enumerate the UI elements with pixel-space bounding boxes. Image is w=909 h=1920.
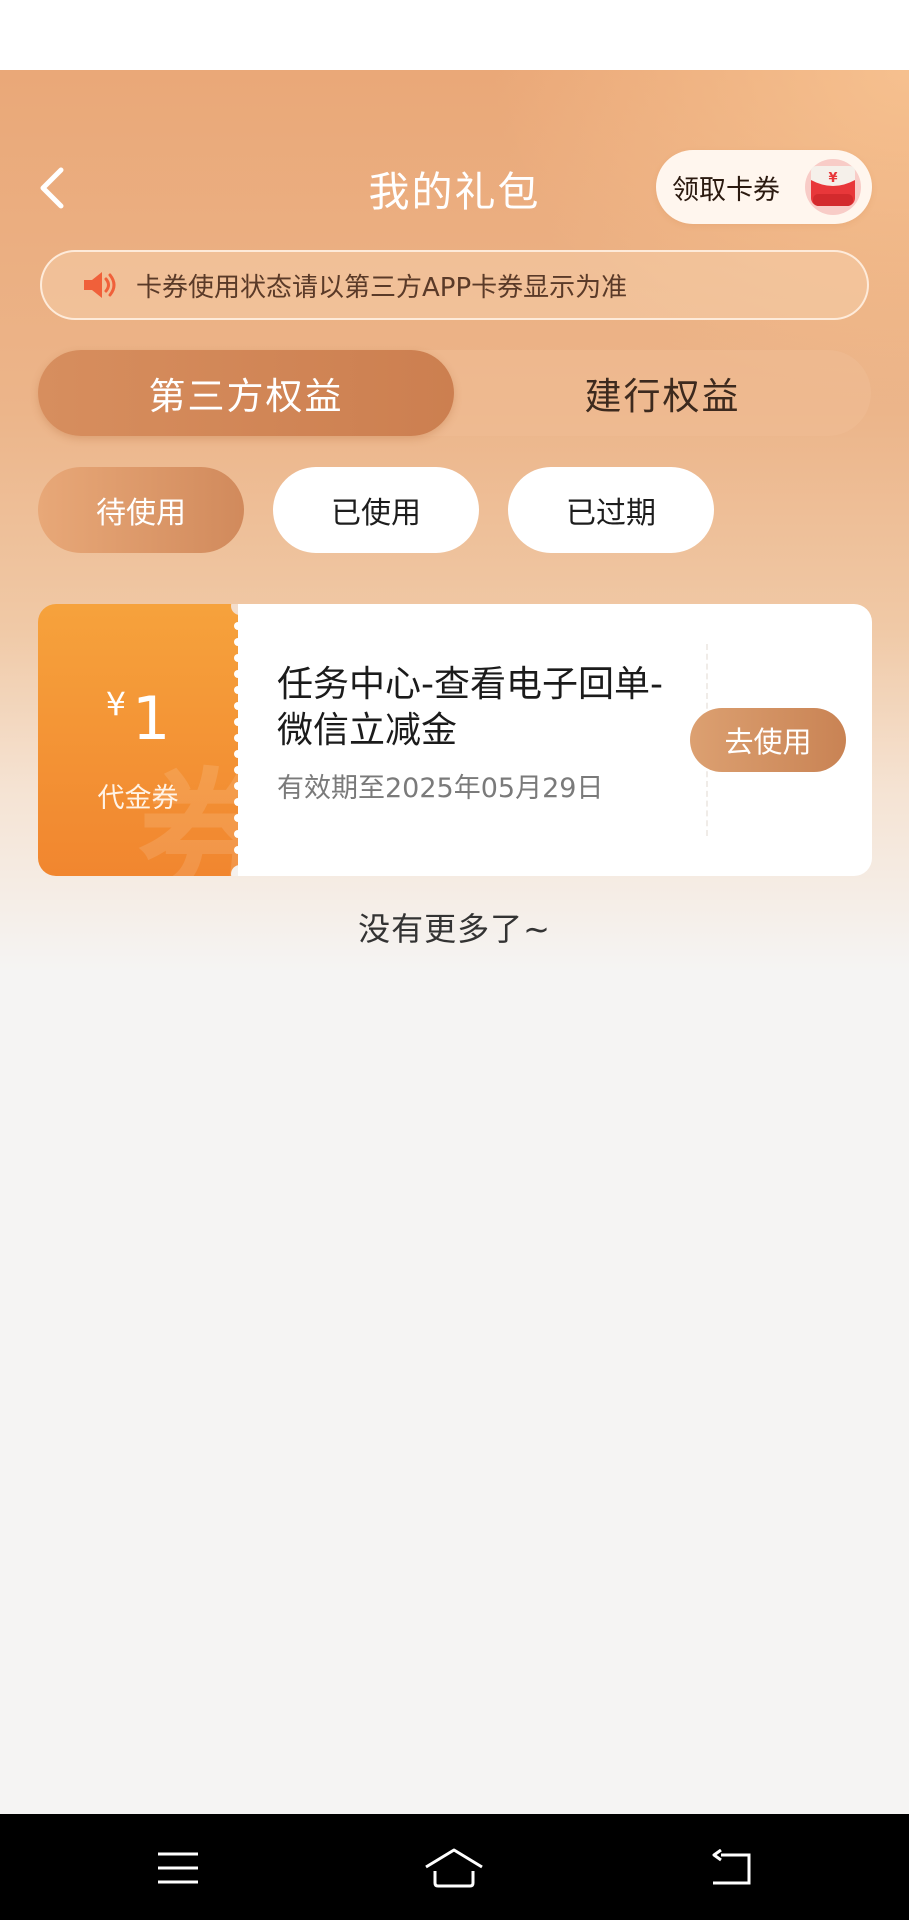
coupon-expiry: 有效期至2025年05月29日 (277, 773, 604, 804)
speaker-icon (84, 272, 116, 298)
red-packet-symbol: ¥ (828, 171, 837, 186)
tab-third-party-benefits[interactable]: 第三方权益 (38, 350, 454, 436)
back-button[interactable] (28, 160, 76, 216)
back-icon (712, 1849, 751, 1885)
menu-icon (158, 1852, 198, 1884)
main-tabs: 第三方权益 建行权益 (38, 350, 871, 436)
screen: 我的礼包 领取卡券 ¥ 卡券使用状态请以第三方APP卡券显示为准 第三方权益 建… (0, 0, 909, 1920)
coupon-detail-panel: 任务中心-查看电子回单-微信立减金 有效期至2025年05月29日 去使用 (238, 604, 872, 876)
coupon-currency: ¥ (105, 685, 127, 723)
use-coupon-button[interactable]: 去使用 (690, 708, 846, 772)
nav-home-button[interactable] (414, 1838, 494, 1898)
coupon-value-panel: 券 ¥1 代金券 (38, 604, 238, 876)
coupon-amount: ¥1 (38, 684, 238, 754)
filter-expired-tab[interactable]: 已过期 (508, 467, 714, 553)
nav-back-button[interactable] (692, 1838, 772, 1898)
notice-text: 卡券使用状态请以第三方APP卡券显示为准 (136, 272, 628, 303)
coupon-title: 任务中心-查看电子回单-微信立减金 (277, 664, 663, 751)
nav-menu-button[interactable] (138, 1838, 218, 1898)
status-bar (0, 0, 909, 70)
list-end-text: 没有更多了~ (358, 910, 551, 948)
claim-coupon-label: 领取卡券 (672, 174, 780, 206)
filter-pending-tab[interactable]: 待使用 (38, 467, 244, 553)
system-nav-bar (0, 1814, 909, 1920)
coupon-type: 代金券 (97, 783, 179, 814)
tab-ccb-benefits[interactable]: 建行权益 (454, 350, 871, 436)
claim-coupon-button[interactable]: 领取卡券 ¥ (656, 150, 872, 224)
red-packet-icon: ¥ (805, 159, 861, 215)
coupon-card: 券 ¥1 代金券 任务中心-查看电子回单-微信立减金 有效期至2025年05月2… (38, 604, 872, 876)
notice-bar: 卡券使用状态请以第三方APP卡券显示为准 (40, 250, 869, 320)
chevron-left-icon (40, 167, 64, 209)
coupon-amount-value: 1 (132, 684, 171, 754)
home-icon (425, 1848, 483, 1888)
filter-used-tab[interactable]: 已使用 (273, 467, 479, 553)
